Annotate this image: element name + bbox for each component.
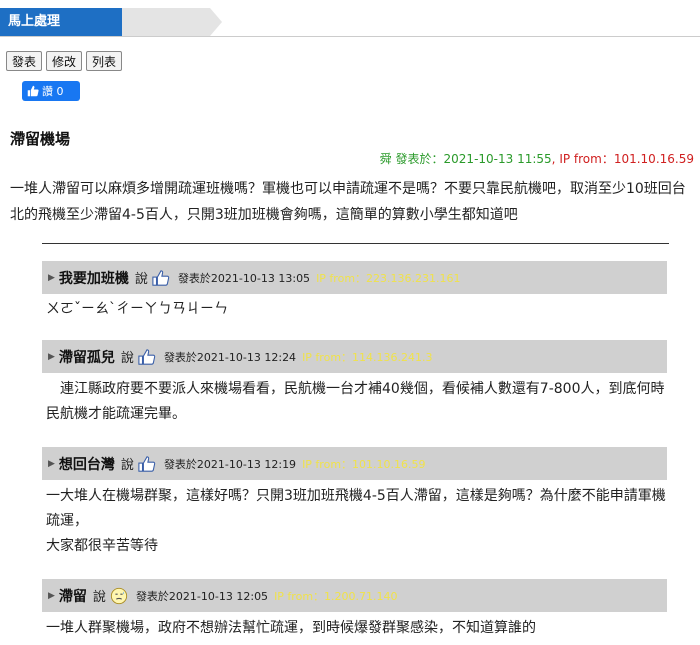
reply-said: 說 bbox=[120, 458, 134, 473]
reply-author: 想回台灣 bbox=[58, 456, 115, 473]
reply-author: 滯留 bbox=[58, 588, 87, 605]
thumbs-up-icon bbox=[138, 455, 156, 472]
post-time: 發表於：2021-10-13 11:55 bbox=[395, 152, 552, 166]
reply-body: 一大堆人在機場群聚，這樣好嗎？只開3班加班飛機4-5百人滯留，這樣是夠嗎？為什麼… bbox=[46, 484, 666, 559]
reply-time: 發表於2021-10-13 12:24 bbox=[163, 350, 297, 364]
reply-body-line: 大家都很辛苦等待 bbox=[46, 538, 158, 554]
reply-header: ▶ 滯留孤兒 說 發表於2021-10-13 12:24 IP from：114… bbox=[42, 340, 667, 373]
reply-author: 滯留孤兒 bbox=[58, 349, 115, 366]
triangle-right-icon: ▶ bbox=[48, 458, 55, 469]
reply-header: ▶ 我要加班機 說 發表於2021-10-13 13:05 IP from：22… bbox=[42, 261, 667, 294]
like-button[interactable]: 讚 0 bbox=[22, 81, 80, 101]
reply-time: 發表於2021-10-13 13:05 bbox=[177, 271, 311, 285]
list-button[interactable]: 列表 bbox=[86, 51, 123, 71]
post-title: 滯留機場 bbox=[10, 130, 71, 148]
reply-body: ㄨㄛˇㄧㄠˋㄔㄧㄚㄅㄢㄐㄧㄣ bbox=[46, 301, 228, 317]
triangle-right-icon: ▶ bbox=[48, 590, 55, 601]
reply-body: 連江縣政府要不要派人來機場看看，民航機一台才補40幾個，看候補人數還有7-800… bbox=[46, 381, 665, 422]
edit-button[interactable]: 修改 bbox=[46, 51, 83, 71]
post-author: 舜 bbox=[379, 152, 392, 166]
reply-time: 發表於2021-10-13 12:19 bbox=[163, 457, 297, 471]
sweat-face-icon bbox=[110, 587, 128, 604]
reply-said: 說 bbox=[92, 590, 106, 605]
like-label: 讚 0 bbox=[42, 85, 64, 98]
post-button[interactable]: 發表 bbox=[6, 51, 43, 71]
reply-body-line: 一大堆人在機場群聚，這樣好嗎？只開3班加班飛機4-5百人滯留，這樣是夠嗎？為什麼… bbox=[46, 488, 666, 529]
reply-body: 一堆人群聚機場，政府不想辦法幫忙疏運，到時候爆發群聚感染，不知道算誰的 bbox=[46, 620, 536, 636]
reply-time: 發表於2021-10-13 12:05 bbox=[135, 589, 269, 603]
reply-said: 說 bbox=[120, 351, 134, 366]
reply-header: ▶ 想回台灣 說 發表於2021-10-13 12:19 IP from：101… bbox=[42, 447, 667, 480]
reply-ip: IP from：114.136.241.3 bbox=[302, 350, 433, 364]
thumbs-up-icon bbox=[152, 269, 170, 286]
post-body: 一堆人滯留可以麻煩多增開疏運班機嗎？軍機也可以申請疏運不是嗎？不要只靠民航機吧，… bbox=[10, 181, 686, 223]
reply-ip: IP from：223.136.231.161 bbox=[316, 271, 461, 285]
reply-ip: IP from：1.200.71.140 bbox=[274, 589, 398, 603]
reply-said: 說 bbox=[134, 272, 148, 287]
breadcrumb-current[interactable]: 馬上處理 bbox=[0, 8, 134, 36]
triangle-right-icon: ▶ bbox=[48, 272, 55, 283]
post-meta: 舜 發表於：2021-10-13 11:55, IP from：101.10.1… bbox=[380, 150, 694, 167]
triangle-right-icon: ▶ bbox=[48, 351, 55, 362]
reply-author: 我要加班機 bbox=[58, 270, 129, 287]
thumbs-up-icon bbox=[138, 348, 156, 365]
breadcrumb: 馬上處理 bbox=[0, 8, 222, 36]
thumbs-up-icon bbox=[27, 85, 39, 97]
breadcrumb-empty-segment bbox=[122, 8, 222, 36]
reply-header: ▶ 滯留 說 發表於2021-10-13 12:05 IP from：1.200… bbox=[42, 579, 667, 612]
reply-ip: IP from：101.10.16.59 bbox=[302, 457, 426, 471]
breadcrumb-underline bbox=[0, 36, 700, 37]
toolbar: 發表 修改 列表 bbox=[6, 51, 123, 71]
post-ip: , IP from：101.10.16.59 bbox=[551, 152, 694, 166]
post-divider bbox=[42, 243, 669, 244]
